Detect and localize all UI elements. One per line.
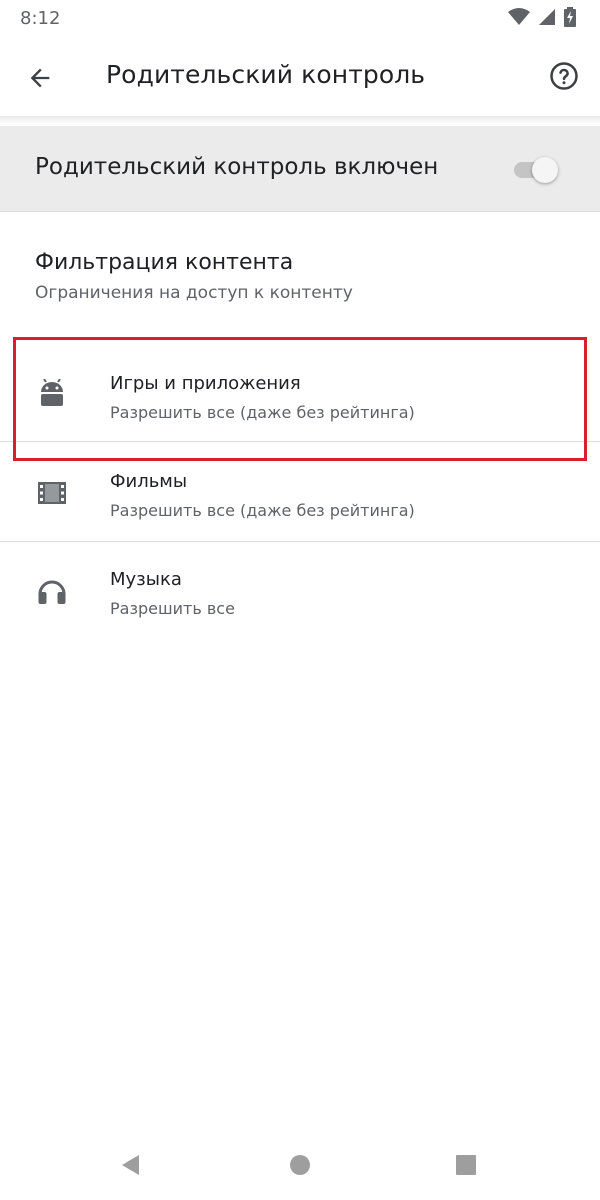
item-title: Фильмы [110,471,188,492]
list-item-music[interactable]: Музыка Разрешить все [0,569,600,667]
nav-recents-button[interactable] [453,1152,479,1178]
app-bar: Родительский контроль [0,38,600,116]
help-button[interactable] [546,58,582,94]
divider [0,441,600,442]
parental-control-toggle[interactable] [514,157,562,183]
status-time: 8:12 [20,8,61,29]
app-bar-shadow [0,116,600,124]
parental-control-switch-row[interactable]: Родительский контроль включен [0,126,600,212]
toggle-thumb [532,157,558,183]
item-subtitle: Разрешить все (даже без рейтинга) [110,403,415,422]
navigation-bar [0,1130,600,1200]
nav-home-button[interactable] [287,1152,313,1178]
item-title: Игры и приложения [110,373,301,394]
section-title: Фильтрация контента [35,250,294,275]
square-recents-icon [456,1155,476,1175]
item-subtitle: Разрешить все [110,599,235,618]
help-icon [550,62,578,90]
wifi-icon [508,8,530,30]
status-bar: 8:12 [0,0,600,38]
android-icon [36,377,68,409]
signal-icon [538,8,556,30]
battery-charging-icon [564,7,576,31]
status-icons [508,7,576,31]
content-filtering-section: Фильтрация контента Ограничения на досту… [35,250,575,303]
list-item-movies[interactable]: Фильмы Разрешить все (даже без рейтинга) [0,471,600,569]
list-item-games-apps[interactable]: Игры и приложения Разрешить все (даже бе… [0,373,600,471]
movie-icon [36,477,68,509]
item-title: Музыка [110,569,182,590]
headphones-icon [36,575,68,607]
item-subtitle: Разрешить все (даже без рейтинга) [110,501,415,520]
section-subtitle: Ограничения на доступ к контенту [35,283,353,303]
back-button[interactable] [20,58,60,98]
arrow-back-icon [30,68,50,88]
nav-back-button[interactable] [118,1152,144,1178]
triangle-back-icon [122,1155,139,1175]
circle-home-icon [290,1155,310,1175]
divider [0,541,600,542]
page-title: Родительский контроль [106,60,426,89]
parental-control-switch-label: Родительский контроль включен [35,154,439,180]
